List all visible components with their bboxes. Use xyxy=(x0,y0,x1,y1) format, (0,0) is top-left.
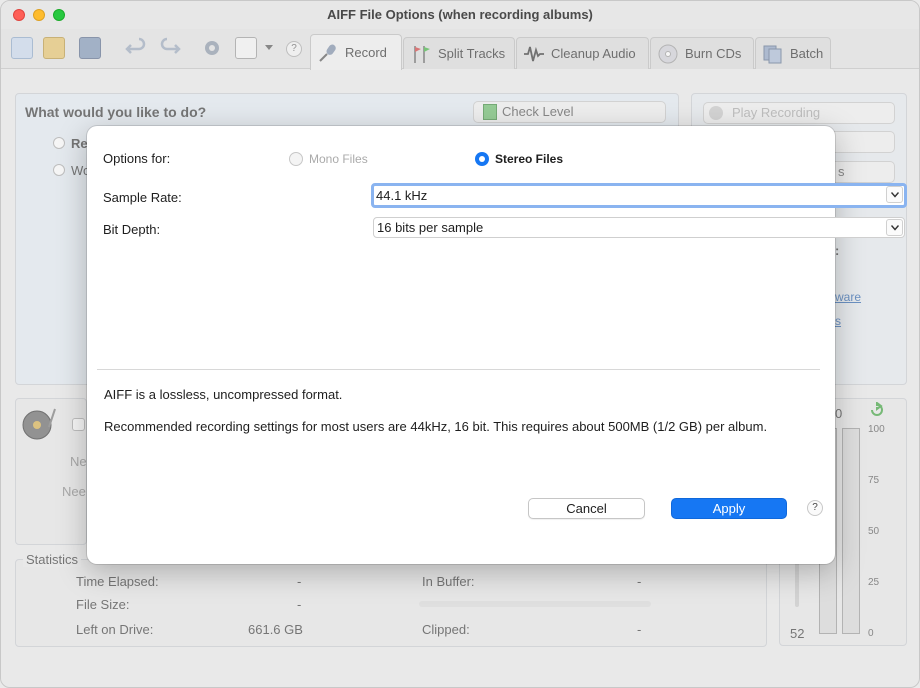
mono-files-label: Mono Files xyxy=(309,152,368,166)
sample-rate-label: Sample Rate: xyxy=(103,190,182,205)
recommendation-note: Recommended recording settings for most … xyxy=(104,419,768,434)
chevron-down-icon[interactable] xyxy=(886,219,903,236)
sample-rate-value: 44.1 kHz xyxy=(376,188,428,203)
bit-depth-select[interactable]: 16 bits per sample xyxy=(373,217,905,238)
bit-depth-label: Bit Depth: xyxy=(103,222,161,237)
dialog-help-button[interactable]: ? xyxy=(807,500,823,516)
mono-files-radio[interactable] xyxy=(289,152,303,166)
stereo-files-radio[interactable] xyxy=(475,152,489,166)
chevron-down-icon[interactable] xyxy=(886,186,903,203)
app-window: AIFF File Options (when recording albums… xyxy=(0,0,920,688)
dialog-divider xyxy=(97,369,820,370)
aiff-options-dialog: Options for: Mono Files Stereo Files Sam… xyxy=(87,126,907,564)
format-note: AIFF is a lossless, uncompressed format. xyxy=(104,387,343,402)
bit-depth-value: 16 bits per sample xyxy=(377,220,484,235)
apply-button[interactable]: Apply xyxy=(671,498,787,519)
options-for-label: Options for: xyxy=(103,151,171,166)
window-title: AIFF File Options (when recording albums… xyxy=(327,7,593,22)
title-bar: AIFF File Options (when recording albums… xyxy=(1,1,919,29)
stereo-files-label: Stereo Files xyxy=(495,152,564,166)
sample-rate-select[interactable]: 44.1 kHz xyxy=(371,183,907,208)
cancel-button[interactable]: Cancel xyxy=(528,498,645,519)
